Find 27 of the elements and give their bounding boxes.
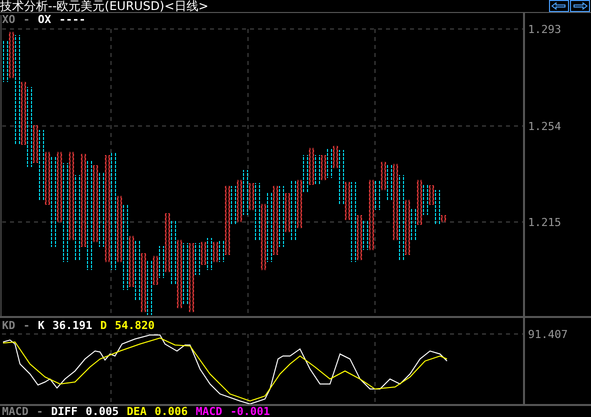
legend-text: MACD [2,406,28,417]
forward-button[interactable] [570,0,590,12]
back-button[interactable] [549,0,569,12]
legend-text: - [23,14,30,25]
price-label: 1.293 [528,24,562,35]
indicator-label: 91.407 [528,329,568,340]
legend-text: MACD [196,406,222,417]
legend-text: 0.006 [154,406,188,417]
legend-text: DEA [126,406,147,417]
legend-text: 0.005 [86,406,119,417]
legend-text: KD [2,320,16,331]
legend-text: - [36,406,44,417]
legend-text: K [38,320,44,331]
legend-text: XO [2,14,16,25]
legend-text: - [23,320,30,331]
legend-text: OX [38,14,52,25]
legend-text: -0.001 [230,406,270,417]
legend-text: D [100,320,107,331]
window-title: 技术分析--欧元美元(EURUSD)<日线> [0,0,208,12]
legend-text: ---- [59,14,86,25]
legend-text: DIFF [51,406,78,417]
legend-text: 54.820 [114,320,155,331]
price-label: 1.215 [528,217,562,228]
price-label: 1.254 [528,121,562,132]
arrow-left-icon [551,2,567,10]
arrow-right-icon [572,2,588,10]
legend-text: 36.191 [52,320,92,331]
